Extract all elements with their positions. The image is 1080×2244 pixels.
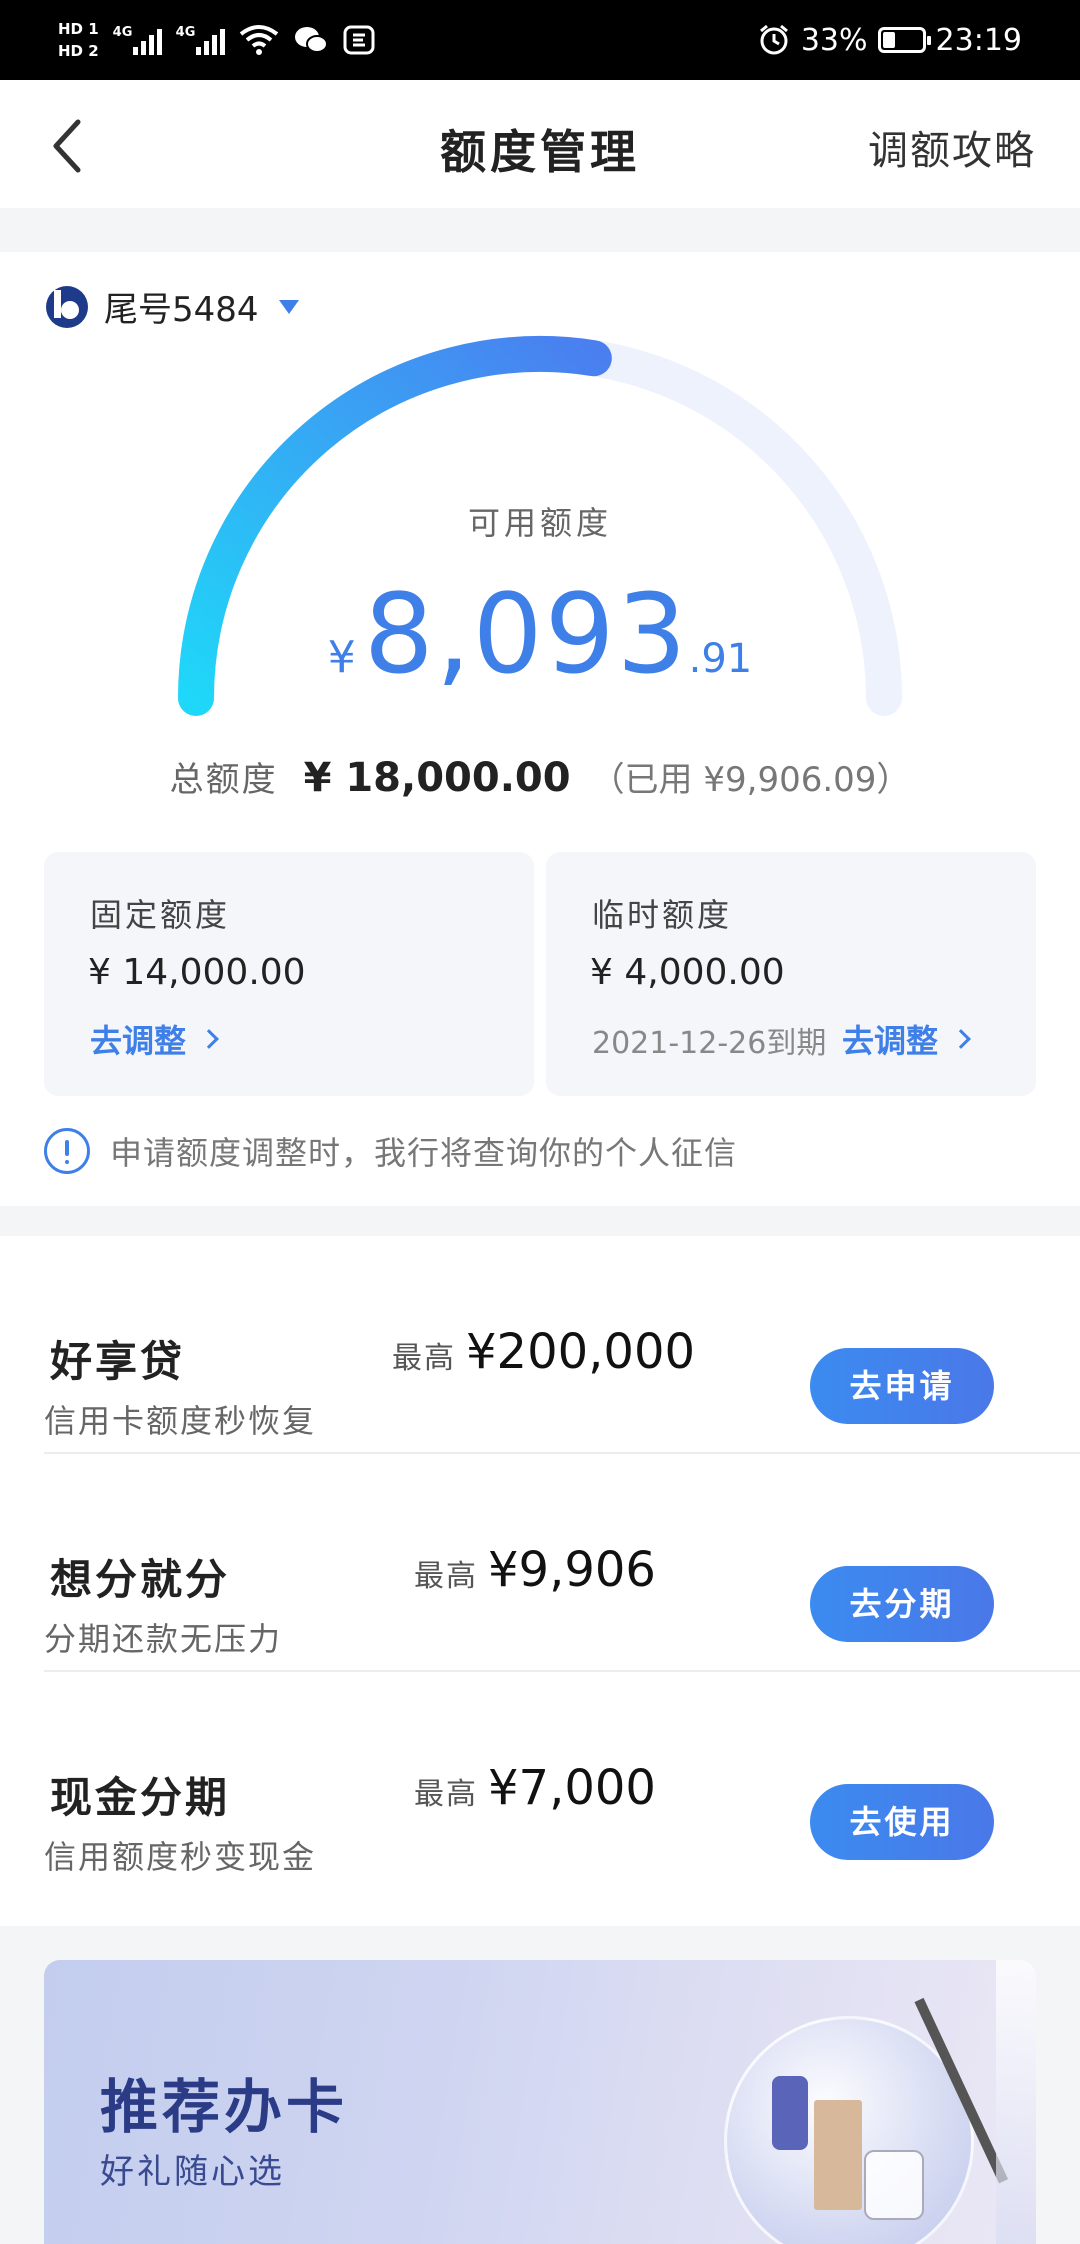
currency-symbol: ¥ (327, 632, 356, 683)
hd1-label: HD 1 (58, 20, 99, 38)
use-button[interactable]: 去使用 (810, 1784, 994, 1860)
adjust-temp-button[interactable]: 去调整 (842, 1016, 971, 1062)
nav-header: 额度管理 调额攻略 (0, 80, 1080, 208)
available-decimal: .91 (688, 636, 753, 682)
quota-card: 尾号5484 可用额度 ¥8,093.91 总额度 ¥ 18,000.00 （已用 … (0, 252, 1080, 1206)
temp-limit-value: ¥ 4,000.00 (590, 952, 785, 993)
fixed-limit-box: 固定额度 ¥ 14,000.00 去调整 (44, 852, 534, 1096)
product-max: 最高 ¥9,906 (414, 1542, 656, 1598)
info-icon (44, 1128, 90, 1174)
clock: 23:19 (935, 22, 1022, 58)
bank-logo-icon (46, 285, 88, 328)
temp-expiry: 2021-12-26到期 (592, 1026, 827, 1061)
adjust-label: 去调整 (842, 1022, 939, 1060)
installment-button[interactable]: 去分期 (810, 1566, 994, 1642)
product-subtitle: 分期还款无压力 (44, 1620, 283, 1658)
adjust-label: 去调整 (90, 1022, 187, 1060)
card-promo-banner[interactable]: 推荐办卡 好礼随心选 (44, 1960, 1036, 2244)
card-tail-number: 尾号5484 (104, 290, 259, 330)
max-label: 最高 (392, 1341, 456, 1376)
product-row: 好享贷 信用卡额度秒恢复 最高 ¥200,000 去申请 (0, 1236, 1080, 1454)
banner-subtitle: 好礼随心选 (100, 2152, 285, 2192)
available-label: 可用额度 (467, 504, 612, 542)
chevron-right-icon (951, 1029, 971, 1049)
signal-icon: 4G (176, 25, 225, 55)
max-label: 最高 (414, 1559, 478, 1594)
max-value: ¥9,906 (488, 1542, 656, 1598)
total-limit-row: 总额度 ¥ 18,000.00 （已用 ¥9,906.09） (0, 752, 1080, 801)
adjust-fixed-button[interactable]: 去调整 (90, 1016, 219, 1062)
product-title: 现金分期 (50, 1773, 231, 1822)
banner-title: 推荐办卡 (100, 2073, 349, 2141)
wechat-icon (294, 27, 328, 53)
kettle-gift-image (864, 2150, 924, 2220)
battery-percent: 33% (800, 22, 868, 58)
adjust-strategy-link[interactable]: 调额攻略 (868, 118, 1036, 176)
temp-limit-label: 临时额度 (592, 896, 733, 934)
temporary-limit-box: 临时额度 ¥ 4,000.00 2021-12-26到期 去调整 (546, 852, 1036, 1096)
used-amount: （已用 ¥9,906.09） (590, 760, 911, 800)
product-subtitle: 信用额度秒变现金 (44, 1838, 317, 1876)
max-value: ¥200,000 (466, 1324, 696, 1380)
hd2-label: HD 2 (58, 42, 99, 60)
total-value: ¥ 18,000.00 (303, 755, 571, 801)
battery-icon (877, 27, 931, 53)
dropdown-triangle-icon (278, 299, 299, 314)
credit-check-notice: 申请额度调整时，我行将查询你的个人征信 (44, 1128, 737, 1174)
available-integer: 8,093 (363, 570, 689, 698)
app-icon (343, 25, 375, 55)
hd-indicator: HD 1 HD 2 (58, 18, 99, 62)
phone-gift-image (772, 2076, 808, 2150)
status-bar: HD 1 HD 2 4G 4G 33% 23:19 (0, 0, 1080, 80)
network-type-label: 4G (175, 25, 196, 40)
product-title: 好享贷 (50, 1337, 186, 1386)
notice-text: 申请额度调整时，我行将查询你的个人征信 (110, 1134, 738, 1172)
apply-button[interactable]: 去申请 (810, 1348, 994, 1424)
chevron-right-icon (199, 1029, 219, 1049)
gift-box-image (814, 2100, 862, 2210)
total-label: 总额度 (169, 760, 278, 800)
fixed-limit-value: ¥ 14,000.00 (88, 952, 306, 993)
signal-icon: 4G (113, 25, 162, 55)
product-max: 最高 ¥7,000 (414, 1760, 656, 1816)
wifi-icon (239, 25, 278, 55)
max-value: ¥7,000 (488, 1760, 656, 1816)
product-row: 想分就分 分期还款无压力 最高 ¥9,906 去分期 (0, 1454, 1080, 1672)
alarm-icon (759, 24, 788, 55)
product-max: 最高 ¥200,000 (392, 1324, 695, 1380)
card-selector[interactable]: 尾号5484 (44, 282, 299, 331)
network-type-label: 4G (112, 25, 133, 40)
product-subtitle: 信用卡额度秒恢复 (44, 1402, 317, 1440)
product-row: 现金分期 信用额度秒变现金 最高 ¥7,000 去使用 (0, 1672, 1080, 1890)
product-title: 想分就分 (50, 1555, 231, 1604)
snow-tree-image (996, 1960, 1036, 2244)
available-amount: ¥8,093.91 (0, 570, 1080, 698)
max-label: 最高 (414, 1777, 478, 1812)
fixed-limit-label: 固定额度 (90, 896, 231, 934)
loan-products: 好享贷 信用卡额度秒恢复 最高 ¥200,000 去申请 想分就分 分期还款无压力… (0, 1236, 1080, 1926)
